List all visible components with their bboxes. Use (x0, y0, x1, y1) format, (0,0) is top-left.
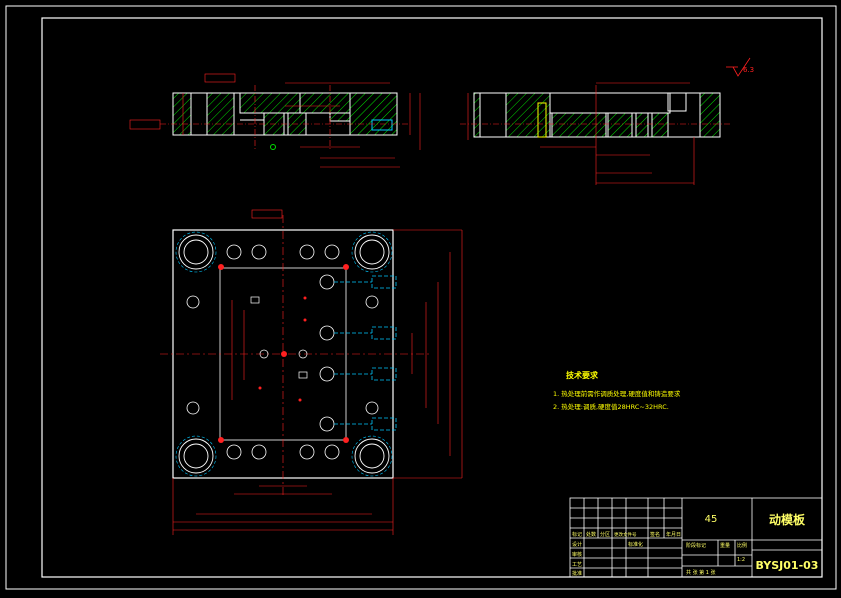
label-mark: 标记 (572, 531, 582, 538)
tech-req-item-1: 1. 热处理前需作调质处理,硬度值和铸造要求 (553, 389, 681, 398)
technical-requirements: 技术要求 1. 热处理前需作调质处理,硬度值和铸造要求 2. 热处理:调质,硬度… (553, 370, 681, 411)
section-view-right (460, 82, 730, 185)
section-view-left (129, 73, 421, 168)
part-name: 动模板 (769, 512, 806, 527)
label-design: 设计 (572, 541, 582, 548)
drawing-number: BYSJ01-03 (756, 559, 819, 572)
label-approve: 批准 (572, 570, 582, 577)
label-standardization: 标准化 (628, 541, 643, 548)
label-review: 审核 (572, 551, 582, 558)
title-block-text: 45 动模板 BYSJ01-03 标记 设计 审核 工艺 批准 处数 分区 更改… (572, 512, 818, 577)
cad-drawing-sheet: 6.3 技术要求 1. 热处理前需作调质处理,硬度值和铸造要求 2. 热处理:调… (0, 0, 841, 594)
header-change-doc: 更改文件号 (614, 531, 637, 538)
header-zone: 分区 (600, 531, 610, 538)
material-value: 45 (705, 514, 718, 525)
label-weight: 重量 (720, 542, 730, 549)
header-date: 年月日 (666, 531, 681, 538)
roughness-value: 6.3 (743, 66, 754, 74)
header-count: 处数 (586, 531, 596, 538)
label-scale: 比例 (737, 542, 747, 549)
sheet-count: 共 张 第 1 张 (686, 569, 716, 576)
plan-view (160, 209, 463, 535)
drawing-canvas: 6.3 技术要求 1. 热处理前需作调质处理,硬度值和铸造要求 2. 热处理:调… (5, 5, 837, 590)
label-process: 工艺 (572, 562, 582, 568)
roughness-symbol: 6.3 (726, 57, 754, 77)
tech-req-item-2: 2. 热处理:调质,硬度值28HRC~32HRC. (553, 402, 669, 411)
scale-value: 1:2 (737, 557, 745, 563)
tech-req-title: 技术要求 (566, 370, 599, 380)
header-signature: 签名 (650, 531, 660, 538)
label-stage: 阶段标记 (686, 542, 706, 549)
